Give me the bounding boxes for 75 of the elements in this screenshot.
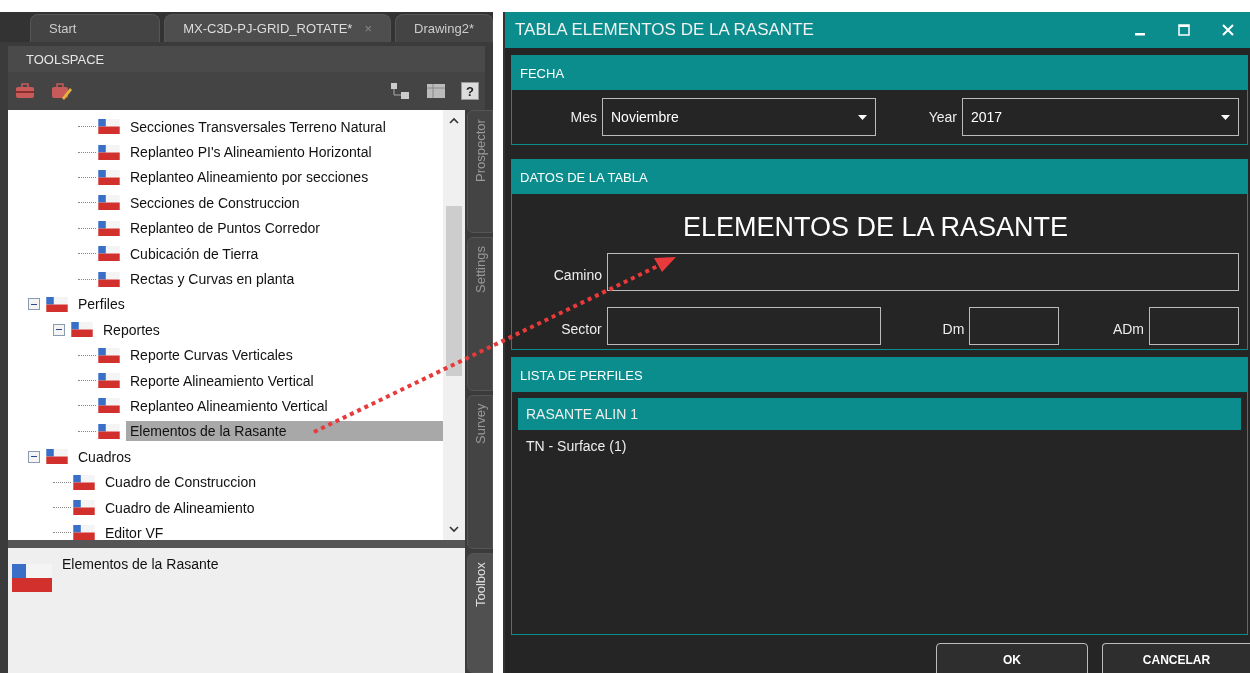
item-description: Elementos de la Rasante (62, 556, 219, 572)
input-field[interactable] (606, 307, 881, 345)
scroll-up-icon[interactable] (448, 116, 460, 126)
caret-icon[interactable] (1221, 114, 1230, 120)
section-header: FECHA (512, 56, 1247, 90)
tree-item[interactable]: Cuadro de Alineamiento (101, 497, 259, 518)
flag-icon (73, 500, 95, 516)
section-header: LISTA DE PERFILES (512, 358, 1247, 392)
field-label: ADm (1111, 320, 1145, 337)
flag-icon (12, 564, 52, 592)
help-button[interactable]: ? (461, 82, 479, 100)
input-field[interactable] (1149, 307, 1239, 345)
tree-item[interactable]: Replanteo PI's Alineamiento Horizontal (126, 142, 376, 163)
tree-item[interactable]: Elementos de la Rasante (126, 421, 443, 442)
flag-icon (98, 373, 120, 389)
tree-item[interactable]: Cuadro de Construccion (101, 472, 260, 493)
tree-item[interactable]: Replanteo Alineamiento Vertical (126, 396, 332, 416)
tree-item[interactable]: Secciones Transversales Terreno Natural (126, 116, 390, 137)
document-tab[interactable]: Drawing2* (395, 14, 493, 42)
field-label: Sector (560, 320, 603, 337)
flag-icon (73, 474, 95, 490)
dropdown[interactable]: Noviembre (602, 98, 876, 136)
tree-item[interactable]: Perfiles (74, 294, 129, 315)
table-heading: ELEMENTOS DE LA RASANTE (681, 212, 1070, 243)
tree-view-icon[interactable] (389, 82, 411, 100)
dropdown[interactable]: 2017 (962, 98, 1239, 136)
collapse-toggle[interactable] (53, 323, 65, 336)
flag-icon (98, 347, 120, 363)
tree-item[interactable]: Rectas y Curvas en planta (126, 269, 299, 290)
flag-icon (98, 398, 120, 414)
toolbox-edit-icon[interactable] (50, 82, 72, 100)
flag-icon (98, 195, 120, 211)
flag-icon (98, 423, 120, 439)
maximize-icon[interactable] (1177, 23, 1191, 37)
tree-item[interactable]: Reporte Alineamiento Vertical (126, 370, 318, 391)
input-field[interactable] (969, 307, 1060, 345)
dialog-button[interactable]: CANCELAR (1102, 643, 1250, 673)
field-label: Dm (941, 320, 966, 337)
profile-list-item[interactable]: TN - Surface (1) (518, 430, 1241, 462)
tree-item[interactable]: Replanteo de Puntos Corredor (126, 218, 324, 239)
dialog-button[interactable]: OK (936, 643, 1088, 673)
tree-item[interactable]: Reportes (99, 319, 164, 340)
field-label: Mes (569, 109, 598, 125)
flag-icon (98, 271, 120, 287)
grid-view-icon[interactable] (425, 82, 447, 100)
flag-icon (46, 296, 68, 312)
scrollbar[interactable] (443, 110, 465, 540)
flag-icon (46, 449, 68, 465)
flag-icon (98, 144, 120, 160)
tree-item[interactable]: Editor VF (101, 522, 168, 540)
toolspace-title: TOOLSPACE (8, 46, 485, 72)
flag-icon (98, 169, 120, 185)
field-label: Year (927, 109, 958, 125)
dialog-title: TABLA ELEMENTOS DE LA RASANTE (515, 20, 814, 40)
flag-icon (98, 220, 120, 236)
tree-item[interactable]: Cubicación de Tierra (126, 243, 263, 264)
document-tab[interactable]: Start (30, 14, 161, 42)
field-label: Camino (552, 267, 603, 285)
tree-item[interactable]: Replanteo Alineamiento por secciones (126, 167, 373, 188)
tree-item[interactable]: Secciones de Construccion (126, 192, 304, 213)
flag-icon (98, 246, 120, 262)
collapse-toggle[interactable] (28, 450, 40, 463)
side-tab[interactable]: Toolbox (467, 553, 493, 673)
scroll-down-icon[interactable] (448, 524, 460, 534)
collapse-toggle[interactable] (28, 298, 40, 311)
input-field[interactable] (607, 253, 1239, 291)
flag-icon (98, 119, 120, 135)
close-icon[interactable] (1221, 23, 1235, 37)
profile-list-item[interactable]: RASANTE ALIN 1 (518, 398, 1241, 430)
tree-item[interactable]: Reporte Curvas Verticales (126, 345, 297, 366)
document-tab[interactable]: MX-C3D-PJ-GRID_ROTATE* × (164, 14, 391, 42)
tree-item[interactable]: Cuadros (74, 446, 135, 467)
flag-icon (71, 322, 93, 338)
section-header: DATOS DE LA TABLA (512, 160, 1247, 194)
caret-icon[interactable] (858, 114, 867, 120)
